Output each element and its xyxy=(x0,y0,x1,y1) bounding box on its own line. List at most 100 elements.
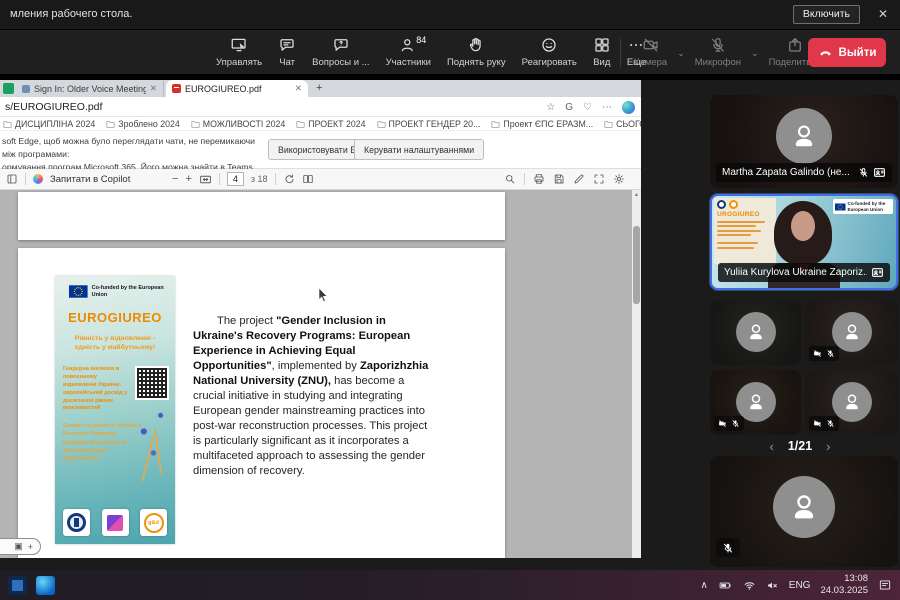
participant-tile[interactable] xyxy=(805,370,898,435)
pdf-floating-widget[interactable]: ▣ + xyxy=(0,538,41,555)
translate-icon[interactable]: G xyxy=(565,102,573,113)
battery-icon[interactable] xyxy=(718,579,733,592)
notification-center-icon[interactable] xyxy=(878,578,892,592)
manage-settings-button[interactable]: Керувати налаштуваннями xyxy=(354,139,484,160)
pdf-scrollbar[interactable]: ▴ xyxy=(632,190,641,558)
toc-sidebar-icon[interactable] xyxy=(6,173,18,185)
zoom-in-icon[interactable]: + xyxy=(185,174,191,185)
save-icon[interactable] xyxy=(553,173,565,185)
leave-button[interactable]: Выйти xyxy=(808,38,886,67)
windows-taskbar: ∧ ENG 13:08 24.03.2025 xyxy=(0,570,900,600)
chat-button[interactable]: Чат xyxy=(270,30,304,74)
favorites-icon[interactable]: ♡ xyxy=(583,102,592,113)
address-bar[interactable]: s/EUROGIUREO.pdf ☆ G ♡ ⋯ xyxy=(0,97,641,117)
device-status-badges xyxy=(809,346,839,361)
search-icon[interactable] xyxy=(504,173,516,185)
camera-options-chevron-icon[interactable]: ⌄ xyxy=(677,46,685,59)
volume-muted-icon[interactable] xyxy=(766,579,779,592)
device-status-badges xyxy=(714,416,744,431)
copilot-icon xyxy=(33,174,43,184)
enable-button[interactable]: Включить xyxy=(793,5,860,24)
folder-icon xyxy=(191,120,200,128)
profile-card-icon[interactable] xyxy=(873,166,886,179)
tray-expand-chevron-icon[interactable]: ∧ xyxy=(700,580,707,591)
camera-off-icon xyxy=(813,419,822,428)
bookmark-item[interactable]: ДИСЦИПЛІНА 2024 xyxy=(3,119,95,129)
participants-button[interactable]: 84 Участники xyxy=(378,30,439,74)
taskbar-app-icon-2[interactable] xyxy=(36,576,55,595)
url-text[interactable]: s/EUROGIUREO.pdf xyxy=(5,101,102,113)
settings-gear-icon[interactable] xyxy=(613,173,625,185)
participant-name-bar: Yuliia Kurylova Ukraine Zaporiz... xyxy=(718,263,890,282)
tab-close-icon[interactable]: ✕ xyxy=(150,83,157,94)
fit-to-width-icon[interactable] xyxy=(199,173,212,186)
address-more-icon[interactable]: ⋯ xyxy=(602,102,612,113)
react-button[interactable]: Реагировать xyxy=(514,30,585,74)
mic-off-icon xyxy=(731,419,740,428)
wifi-icon[interactable] xyxy=(743,579,756,592)
avatar xyxy=(736,312,776,352)
scroll-up-icon[interactable]: ▴ xyxy=(632,191,641,198)
next-page-chevron-icon[interactable]: › xyxy=(826,439,830,454)
close-icon[interactable]: ✕ xyxy=(878,7,888,21)
gad-mini-logo xyxy=(729,200,738,209)
favorite-star-icon[interactable]: ☆ xyxy=(546,102,555,113)
znu-mini-logo xyxy=(717,200,726,209)
questions-button[interactable]: Вопросы и ... xyxy=(304,30,377,74)
bookmark-item[interactable]: Зроблено 2024 xyxy=(106,119,180,129)
tab-meeting[interactable]: Sign In: Older Voice Meeting No... ✕ xyxy=(16,80,164,97)
page-indicator: 1/21 xyxy=(788,439,812,453)
mic-off-icon xyxy=(722,542,734,554)
mic-options-chevron-icon[interactable]: ⌄ xyxy=(751,46,759,59)
clock[interactable]: 13:08 24.03.2025 xyxy=(820,573,868,597)
raise-hand-button[interactable]: Поднять руку xyxy=(439,30,514,74)
camera-button[interactable]: Камера xyxy=(626,36,675,68)
pdf-favicon xyxy=(172,84,181,93)
page-view-icon[interactable] xyxy=(302,173,314,185)
participant-tile[interactable] xyxy=(710,300,801,365)
bookmark-item[interactable]: Проект ЄПС ЕРАЗМ... xyxy=(491,119,593,129)
bookmark-item[interactable]: МОЖЛИВОСТІ 2024 xyxy=(191,119,286,129)
avatar xyxy=(773,476,835,538)
ask-copilot-button[interactable]: Запитати в Copilot xyxy=(50,174,130,185)
participant-tile[interactable] xyxy=(710,456,898,567)
folder-icon xyxy=(3,120,12,128)
divider xyxy=(524,173,525,185)
participant-tile[interactable] xyxy=(805,300,898,365)
print-icon[interactable] xyxy=(533,173,545,185)
view-button[interactable]: Вид xyxy=(585,30,619,74)
fullscreen-icon[interactable] xyxy=(593,173,605,185)
taskbar-app-icon-1[interactable] xyxy=(8,576,27,595)
tab-pdf-active[interactable]: EUROGIUREO.pdf ✕ xyxy=(166,80,308,97)
microphone-button[interactable]: Микрофон xyxy=(687,36,749,68)
language-indicator[interactable]: ENG xyxy=(789,580,811,591)
gender-center-logo xyxy=(102,509,129,536)
manage-button[interactable]: Управлять xyxy=(208,30,270,74)
tab-close-icon[interactable]: ✕ xyxy=(295,83,302,94)
pdf-viewer-canvas[interactable]: Co-funded by the European Union EUROGIUR… xyxy=(0,190,641,558)
rotate-icon[interactable] xyxy=(283,173,295,185)
pdf-body-text: The project "Gender Inclusion in Ukraine… xyxy=(193,314,433,479)
prev-page-chevron-icon[interactable]: ‹ xyxy=(769,439,773,454)
pinned-app-icon[interactable] xyxy=(3,83,14,94)
grid-view-icon xyxy=(593,36,611,54)
pdf-page: Co-funded by the European Union EUROGIUR… xyxy=(18,248,505,558)
bookmark-item[interactable]: ПРОЕКТ 2024 xyxy=(296,119,365,129)
pdf-toolbar: Запитати в Copilot − + 4 з 18 xyxy=(0,169,641,190)
draw-icon[interactable] xyxy=(573,173,585,185)
participant-tile-martha[interactable]: Martha Zapata Galindo (не... xyxy=(710,95,898,188)
eu-flag-icon xyxy=(835,201,846,213)
participant-tile-yuliia-active[interactable]: UROGIUREO Co-funded by the European Unio… xyxy=(710,194,898,290)
bookmarks-bar: ДИСЦИПЛІНА 2024 Зроблено 2024 МОЖЛИВОСТІ… xyxy=(0,117,641,131)
scrollbar-thumb[interactable] xyxy=(633,226,640,304)
zoom-out-icon[interactable]: − xyxy=(172,174,178,185)
divider xyxy=(219,173,220,185)
page-number-input[interactable]: 4 xyxy=(227,172,244,186)
bookmark-item[interactable]: ПРОЕКТ ГЕНДЕР 20... xyxy=(377,119,481,129)
participant-tile[interactable] xyxy=(710,370,801,435)
profile-card-icon[interactable] xyxy=(871,266,884,279)
main-area: Sign In: Older Voice Meeting No... ✕ EUR… xyxy=(0,80,900,570)
browser-profile-avatar[interactable] xyxy=(622,101,635,114)
new-tab-icon[interactable]: + xyxy=(316,82,322,94)
bookmark-item[interactable]: СЬОГОДНІ 2024 xyxy=(604,119,641,129)
